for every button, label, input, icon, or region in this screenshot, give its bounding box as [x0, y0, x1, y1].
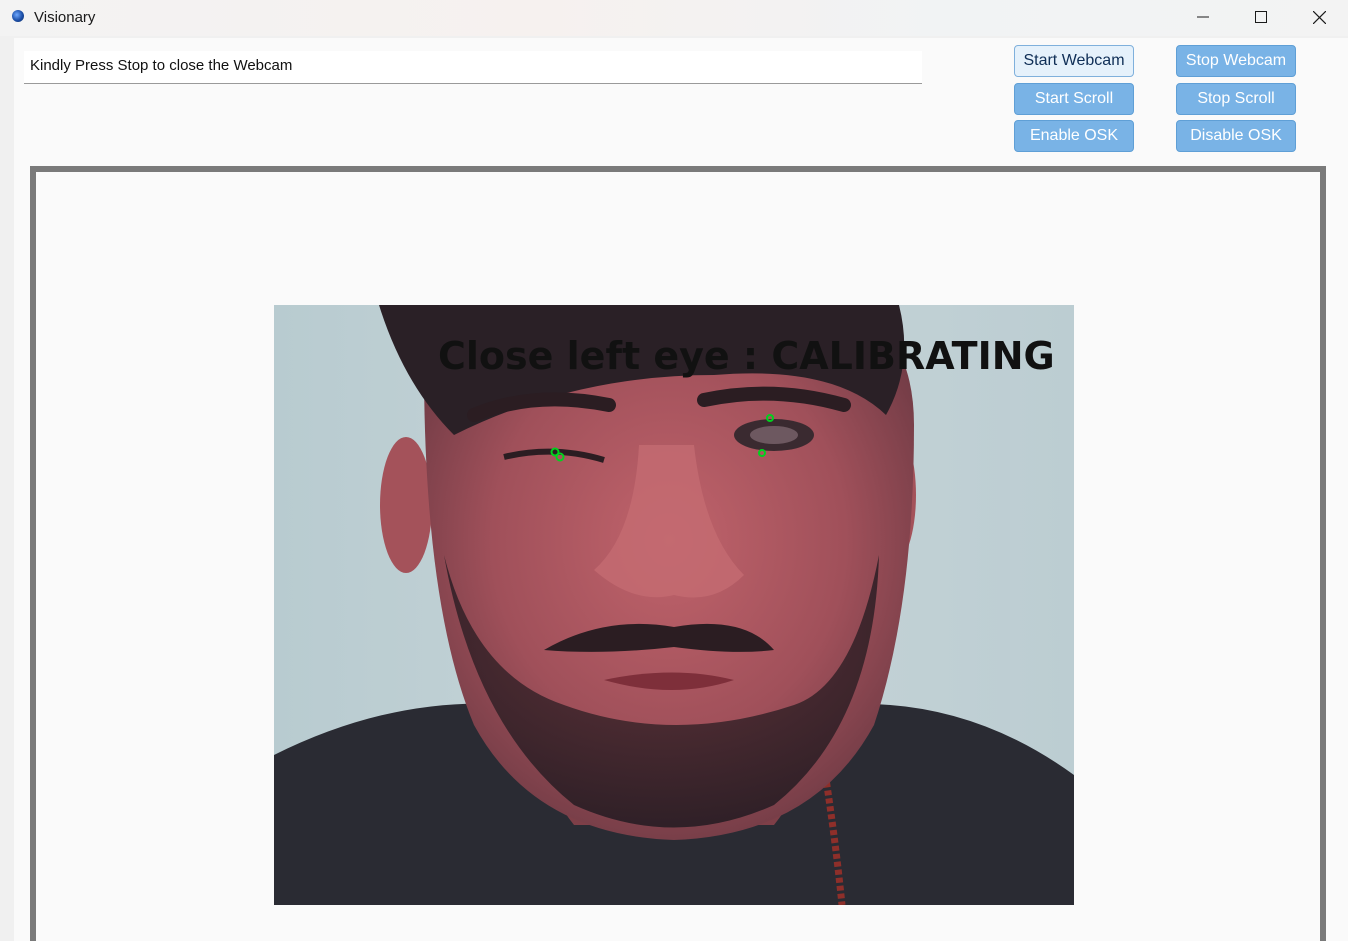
window-title: Visionary	[34, 9, 96, 26]
stop-scroll-button[interactable]: Stop Scroll	[1176, 83, 1296, 115]
webcam-feed: Close left eye : CALIBRATING	[274, 305, 1074, 905]
minimize-button[interactable]	[1174, 0, 1232, 34]
maximize-button[interactable]	[1232, 0, 1290, 34]
calibration-overlay-text: Close left eye : CALIBRATING	[438, 334, 1055, 378]
close-icon	[1312, 10, 1326, 24]
maximize-icon	[1255, 11, 1267, 23]
stop-webcam-button[interactable]: Stop Webcam	[1176, 45, 1296, 77]
status-message: Kindly Press Stop to close the Webcam	[30, 57, 293, 74]
left-ear	[380, 437, 432, 573]
disable-osk-button[interactable]: Disable OSK	[1176, 120, 1296, 152]
status-field[interactable]: Kindly Press Stop to close the Webcam	[24, 51, 922, 84]
app-logo-icon	[12, 10, 24, 22]
enable-osk-button[interactable]: Enable OSK	[1014, 120, 1134, 152]
app-window: Visionary Kindly Press Stop to close the…	[0, 0, 1348, 941]
minimize-icon	[1197, 16, 1209, 18]
start-webcam-button[interactable]: Start Webcam	[1014, 45, 1134, 77]
close-button[interactable]	[1290, 0, 1348, 34]
main-panel: Kindly Press Stop to close the Webcam St…	[14, 38, 1348, 941]
start-scroll-button[interactable]: Start Scroll	[1014, 83, 1134, 115]
title-bar: Visionary	[0, 0, 1348, 36]
right-eye-white	[750, 426, 798, 444]
